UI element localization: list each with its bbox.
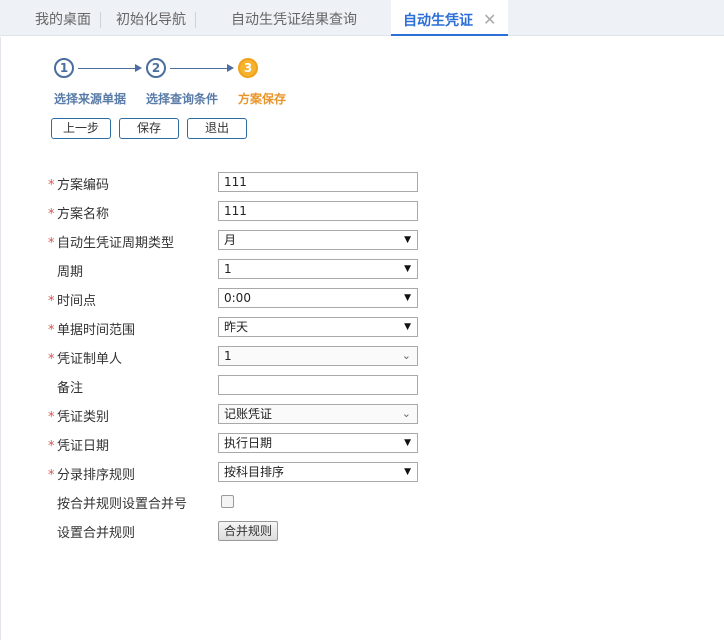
remark-input[interactable]	[218, 375, 418, 395]
tab-auto-voucher-label: 自动生凭证	[403, 13, 473, 29]
dropdown-arrow-icon: ▼	[404, 293, 411, 303]
tab-auto-voucher-result[interactable]: 自动生凭证结果查询	[231, 0, 357, 36]
entry-sort-label: * 分录排序规则	[48, 468, 136, 483]
step-2-circle: 2	[146, 58, 166, 78]
doc-time-range-select[interactable]: 昨天 ▼	[218, 317, 418, 337]
exit-button[interactable]: 退出	[187, 118, 247, 139]
remark-label: 备注	[57, 381, 84, 396]
tab-my-desktop[interactable]: 我的桌面	[35, 0, 101, 36]
step-1-circle: 1	[54, 58, 74, 78]
time-point-label: * 时间点	[48, 294, 97, 309]
time-point-select[interactable]: 0:00 ▼	[218, 288, 418, 308]
step-3-label: 方案保存	[238, 92, 287, 106]
chevron-down-icon: ⌄	[401, 407, 411, 420]
scheme-code-label: * 方案编码	[48, 178, 110, 193]
merge-number-label: 按合并规则设置合并号	[57, 497, 188, 512]
merge-rule-label: 设置合并规则	[57, 526, 136, 541]
prev-step-button[interactable]: 上一步	[51, 118, 111, 139]
voucher-date-label: * 凭证日期	[48, 439, 110, 454]
voucher-type-select[interactable]: 记账凭证 ⌄	[218, 404, 418, 424]
tab-bar: 我的桌面 初始化导航 自动生凭证结果查询 自动生凭证 ✕	[0, 0, 724, 36]
scheme-name-label: * 方案名称	[48, 207, 110, 222]
voucher-type-label: * 凭证类别	[48, 410, 110, 425]
chevron-down-icon: ⌄	[401, 349, 411, 362]
merge-number-checkbox[interactable]	[221, 495, 234, 508]
dropdown-arrow-icon: ▼	[404, 438, 411, 448]
tab-auto-voucher[interactable]: 自动生凭证 ✕	[391, 0, 509, 36]
period-label: 周期	[57, 265, 84, 280]
save-button[interactable]: 保存	[119, 118, 179, 139]
close-icon[interactable]: ✕	[483, 0, 496, 40]
period-type-select[interactable]: 月 ▼	[218, 230, 418, 250]
scheme-code-input[interactable]: 111	[218, 172, 418, 192]
tab-init-nav[interactable]: 初始化导航	[116, 0, 196, 36]
voucher-maker-select[interactable]: 1 ⌄	[218, 346, 418, 366]
merge-rule-button[interactable]: 合并规则	[218, 521, 278, 541]
step-arrow-1	[78, 64, 142, 72]
step-2-label: 选择查询条件	[146, 92, 219, 106]
step-3-circle: 3	[238, 58, 258, 78]
voucher-maker-label: * 凭证制单人	[48, 352, 123, 367]
voucher-date-select[interactable]: 执行日期 ▼	[218, 433, 418, 453]
dropdown-arrow-icon: ▼	[404, 235, 411, 245]
step-arrow-2	[170, 64, 234, 72]
dropdown-arrow-icon: ▼	[404, 264, 411, 274]
step-1-label: 选择来源单据	[54, 92, 127, 106]
entry-sort-select[interactable]: 按科目排序 ▼	[218, 462, 418, 482]
period-type-label: * 自动生凭证周期类型	[48, 236, 175, 251]
dropdown-arrow-icon: ▼	[404, 322, 411, 332]
doc-time-range-label: * 单据时间范围	[48, 323, 136, 338]
dropdown-arrow-icon: ▼	[404, 467, 411, 477]
scheme-name-input[interactable]: 111	[218, 201, 418, 221]
period-select[interactable]: 1 ▼	[218, 259, 418, 279]
